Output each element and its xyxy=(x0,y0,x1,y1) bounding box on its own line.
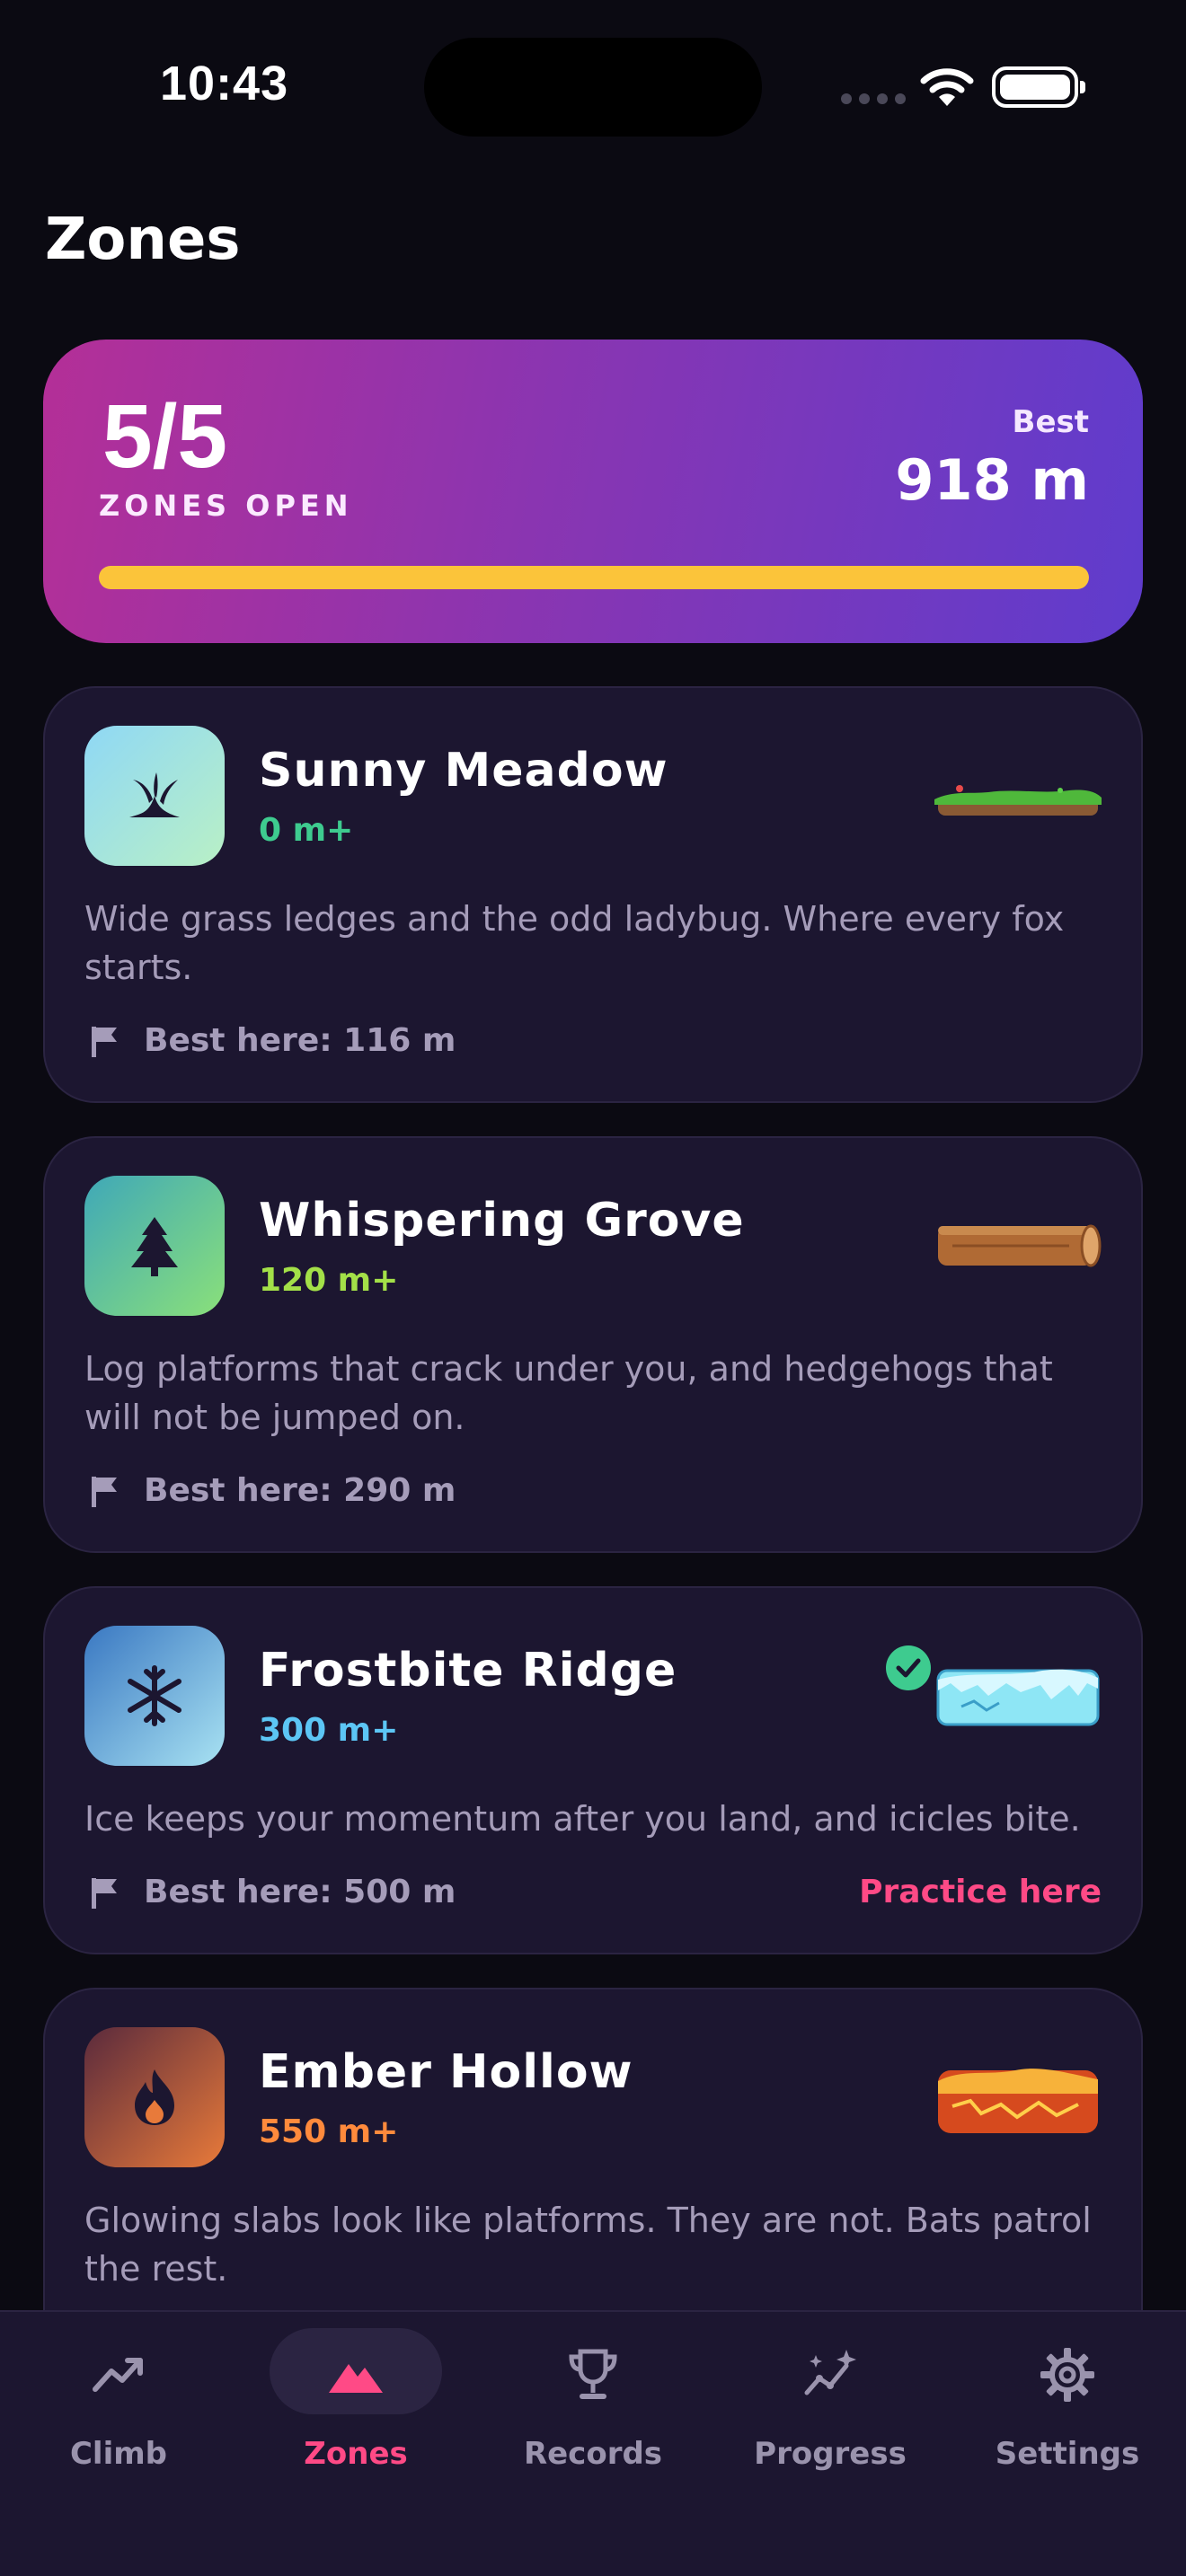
battery-icon xyxy=(992,66,1085,108)
tab-records[interactable]: Records xyxy=(474,2312,712,2492)
grass-icon xyxy=(84,726,225,866)
cellular-signal-icon xyxy=(841,93,906,104)
flag-icon xyxy=(92,1476,117,1507)
sparkle-chart-icon xyxy=(804,2350,856,2395)
lava-platform xyxy=(938,2069,1098,2133)
zones-open-label: ZONES OPEN xyxy=(99,489,353,523)
zones-progress-fill xyxy=(99,566,1089,589)
wifi-icon xyxy=(920,68,974,106)
zone-best: Best here: 116 m xyxy=(90,1022,456,1059)
zone-name: Sunny Meadow xyxy=(259,744,668,798)
tab-progress[interactable]: Progress xyxy=(712,2312,949,2492)
mountain-icon xyxy=(329,2364,383,2393)
tab-label: Zones xyxy=(304,2436,408,2472)
page-title: Zones xyxy=(45,207,241,273)
zone-best-text: Best here: 116 m xyxy=(144,1022,456,1059)
zone-name: Ember Hollow xyxy=(259,2045,633,2099)
best-label: Best xyxy=(1012,404,1089,440)
zone-requirement: 0 m+ xyxy=(259,812,354,849)
status-bar: 10:43 xyxy=(0,0,1186,171)
zone-card-whispering-grove[interactable]: Whispering Grove 120 m+ Log platforms th… xyxy=(43,1136,1143,1553)
tab-label: Settings xyxy=(995,2436,1140,2472)
zone-description: Ice keeps your momentum after you land, … xyxy=(84,1799,1081,1839)
fire-icon xyxy=(84,2027,225,2167)
zone-requirement: 300 m+ xyxy=(259,1712,399,1749)
trend-up-icon xyxy=(93,2358,143,2392)
tab-label: Records xyxy=(523,2436,663,2472)
tree-icon xyxy=(84,1176,225,1316)
zone-card-sunny-meadow[interactable]: Sunny Meadow 0 m+ Wide grass ledges and … xyxy=(43,686,1143,1103)
zone-description: Log platforms that crack under you, and … xyxy=(84,1349,1053,1437)
gear-icon xyxy=(1040,2348,1094,2402)
zone-name: Whispering Grove xyxy=(259,1194,745,1248)
zone-requirement: 120 m+ xyxy=(259,1262,399,1299)
zones-open-count: 5/5 xyxy=(102,386,228,487)
tab-settings[interactable]: Settings xyxy=(949,2312,1186,2492)
completed-check-icon xyxy=(886,1645,931,1690)
log-platform xyxy=(938,1224,1102,1267)
practice-here-button[interactable]: Practice here xyxy=(859,1874,1102,1910)
grass-platform xyxy=(934,785,1102,816)
zone-requirement: 550 m+ xyxy=(259,2113,399,2150)
zones-summary-card: 5/5 ZONES OPEN Best 918 m xyxy=(43,340,1143,643)
tab-zones[interactable]: Zones xyxy=(237,2312,474,2492)
zone-description: Wide grass ledges and the odd ladybug. W… xyxy=(84,899,1065,987)
zones-progress-bar xyxy=(99,566,1089,589)
zone-best-text: Best here: 290 m xyxy=(144,1472,456,1509)
zone-best: Best here: 500 m xyxy=(90,1874,456,1910)
flag-icon xyxy=(92,1026,117,1057)
tab-label: Progress xyxy=(754,2436,907,2472)
zone-best-text: Best here: 500 m xyxy=(144,1874,456,1910)
zone-card-frostbite-ridge[interactable]: Frostbite Ridge 300 m+ Ice keeps your mo… xyxy=(43,1586,1143,1954)
snowflake-icon xyxy=(84,1626,225,1766)
ice-platform xyxy=(936,1669,1100,1726)
status-time: 10:43 xyxy=(160,57,289,110)
trophy-icon xyxy=(569,2349,617,2399)
dynamic-island xyxy=(424,38,762,137)
tab-climb[interactable]: Climb xyxy=(0,2312,237,2492)
zone-name: Frostbite Ridge xyxy=(259,1644,677,1698)
tab-label: Climb xyxy=(69,2436,168,2472)
bottom-tab-bar: Climb Zones Records Progress Settings xyxy=(0,2310,1186,2576)
zone-description: Glowing slabs look like platforms. They … xyxy=(84,2201,1092,2289)
zone-best: Best here: 290 m xyxy=(90,1472,456,1509)
best-value: 918 m xyxy=(895,447,1089,513)
flag-icon xyxy=(92,1877,117,1909)
